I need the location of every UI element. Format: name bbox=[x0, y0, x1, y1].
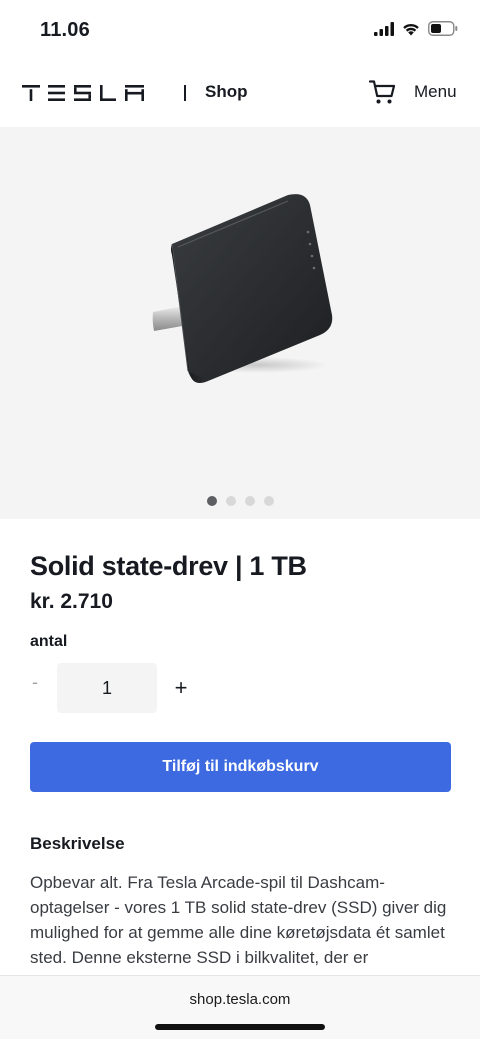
status-bar: 11.06 bbox=[0, 0, 480, 62]
gallery-pagination bbox=[0, 496, 480, 506]
product-title: Solid state-drev | 1 TB bbox=[30, 551, 307, 581]
cart-icon bbox=[368, 80, 396, 109]
battery-icon bbox=[428, 21, 458, 41]
description-heading: Beskrivelse bbox=[30, 834, 125, 853]
signal-icon bbox=[374, 21, 394, 41]
tesla-logo[interactable] bbox=[22, 85, 146, 106]
shop-link[interactable]: Shop bbox=[205, 82, 248, 102]
gallery-dot[interactable] bbox=[225, 496, 236, 506]
home-indicator[interactable] bbox=[155, 1024, 325, 1030]
gallery-dot[interactable] bbox=[244, 496, 255, 506]
quantity-input[interactable]: 1 bbox=[57, 663, 157, 713]
description-text: Opbevar alt. Fra Tesla Arcade-spil til D… bbox=[30, 873, 447, 967]
gallery-dot[interactable] bbox=[206, 496, 217, 506]
add-to-cart-button[interactable]: Tilføj til indkøbskurv bbox=[30, 742, 451, 792]
browser-address-bar[interactable]: shop.tesla.com bbox=[0, 975, 480, 1039]
product-price: kr. 2.710 bbox=[30, 590, 113, 613]
quantity-increase-button[interactable]: + bbox=[172, 675, 190, 701]
status-time: 11.06 bbox=[40, 19, 90, 41]
quantity-label: antal bbox=[30, 633, 68, 650]
header-divider bbox=[184, 85, 186, 101]
wifi-icon bbox=[402, 22, 420, 41]
gallery-dot[interactable] bbox=[263, 496, 274, 506]
url-text[interactable]: shop.tesla.com bbox=[0, 991, 480, 1008]
product-image bbox=[148, 187, 338, 392]
status-icons bbox=[374, 21, 458, 41]
site-header: Shop Menu bbox=[0, 62, 480, 126]
product-gallery[interactable] bbox=[0, 127, 480, 519]
menu-button[interactable]: Menu bbox=[414, 82, 457, 102]
cart-button[interactable] bbox=[368, 79, 398, 107]
quantity-decrease-button[interactable]: - bbox=[28, 672, 42, 702]
